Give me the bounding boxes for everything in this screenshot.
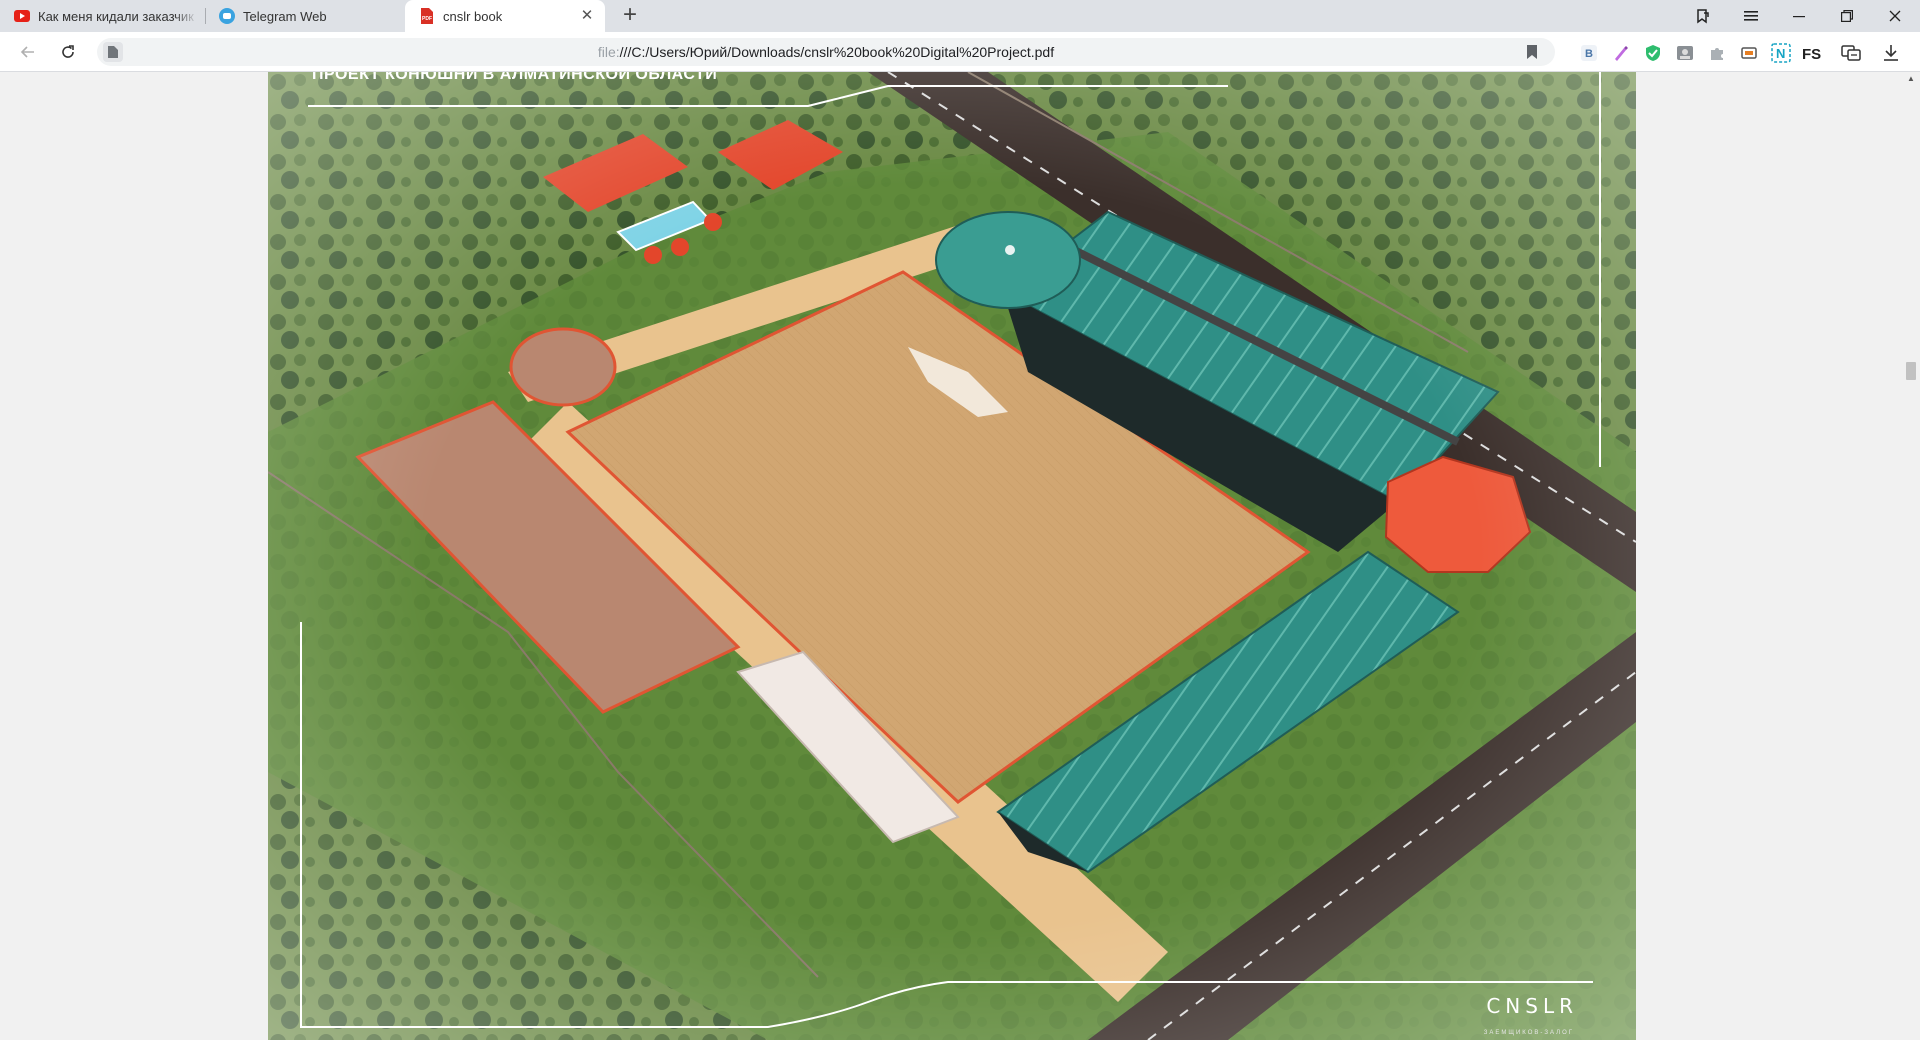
- tab-youtube[interactable]: Как меня кидали заказчик: [0, 0, 205, 32]
- pdf-viewer: ПРОЕКТ КОНЮШНИ В АЛМАТИНСКОЙ ОБЛАСТИ CNS…: [0, 72, 1920, 1040]
- vk-extension-icon[interactable]: B: [1578, 42, 1600, 64]
- svg-text:FS: FS: [1802, 46, 1821, 62]
- pdf-icon: PDF: [419, 8, 435, 24]
- new-tab-button[interactable]: +: [617, 3, 643, 29]
- tab-pdf-active[interactable]: PDF cnslr book ✕: [405, 0, 605, 32]
- n-extension-icon[interactable]: N: [1770, 42, 1792, 64]
- url-text[interactable]: file:///C:/Users/Юрий/Downloads/cnslr%20…: [97, 44, 1555, 60]
- translate-extension-icon[interactable]: [1840, 42, 1862, 64]
- brand-logo: CNSLR: [1486, 994, 1578, 1018]
- reload-icon[interactable]: [54, 38, 82, 66]
- pen-extension-icon[interactable]: [1610, 42, 1632, 64]
- youtube-icon: [14, 8, 30, 24]
- telegram-icon: [219, 8, 235, 24]
- fs-extension-icon[interactable]: FS: [1802, 42, 1824, 64]
- tabs-menu-icon[interactable]: [1680, 0, 1726, 32]
- svg-text:B: B: [1585, 48, 1593, 60]
- tab-title: Как меня кидали заказчик: [38, 8, 194, 24]
- close-tab-icon[interactable]: ✕: [579, 8, 595, 24]
- address-bar[interactable]: file:///C:/Users/Юрий/Downloads/cnslr%20…: [97, 38, 1555, 66]
- download-icon[interactable]: [1880, 42, 1902, 64]
- url-scheme: file:: [597, 44, 620, 60]
- tab-title: Telegram Web: [243, 8, 327, 24]
- hamburger-icon[interactable]: [1728, 0, 1774, 32]
- pdf-page[interactable]: ПРОЕКТ КОНЮШНИ В АЛМАТИНСКОЙ ОБЛАСТИ CNS…: [268, 72, 1636, 1040]
- scrollbar-thumb[interactable]: [1906, 362, 1916, 380]
- document-heading: ПРОЕКТ КОНЮШНИ В АЛМАТИНСКОЙ ОБЛАСТИ: [312, 72, 718, 83]
- image-extension-icon[interactable]: [1674, 42, 1696, 64]
- restore-icon[interactable]: [1824, 0, 1870, 32]
- screenshot-extension-icon[interactable]: [1738, 42, 1760, 64]
- brand-subtitle: ЗАЕМЩИКОВ-ЗАЛОГ: [1483, 1030, 1574, 1036]
- back-icon[interactable]: [14, 38, 42, 66]
- puzzle-extension-icon[interactable]: [1706, 42, 1728, 64]
- tab-telegram[interactable]: Telegram Web: [205, 0, 405, 32]
- tab-title: cnslr book: [443, 8, 503, 24]
- close-icon[interactable]: [1872, 0, 1918, 32]
- browser-toolbar: file:///C:/Users/Юрий/Downloads/cnslr%20…: [0, 32, 1920, 72]
- svg-text:N: N: [1776, 46, 1785, 61]
- bookmark-icon[interactable]: [1523, 43, 1541, 61]
- minimize-icon[interactable]: [1776, 0, 1822, 32]
- svg-text:PDF: PDF: [422, 16, 432, 22]
- stable-complex-render: [268, 72, 1636, 1040]
- scroll-up-arrow-icon[interactable]: ▲: [1904, 74, 1918, 84]
- shield-extension-icon[interactable]: [1642, 42, 1664, 64]
- tab-strip: Как меня кидали заказчик Telegram Web PD…: [0, 0, 1920, 32]
- url-path: ///C:/Users/Юрий/Downloads/cnslr%20book%…: [619, 44, 1055, 60]
